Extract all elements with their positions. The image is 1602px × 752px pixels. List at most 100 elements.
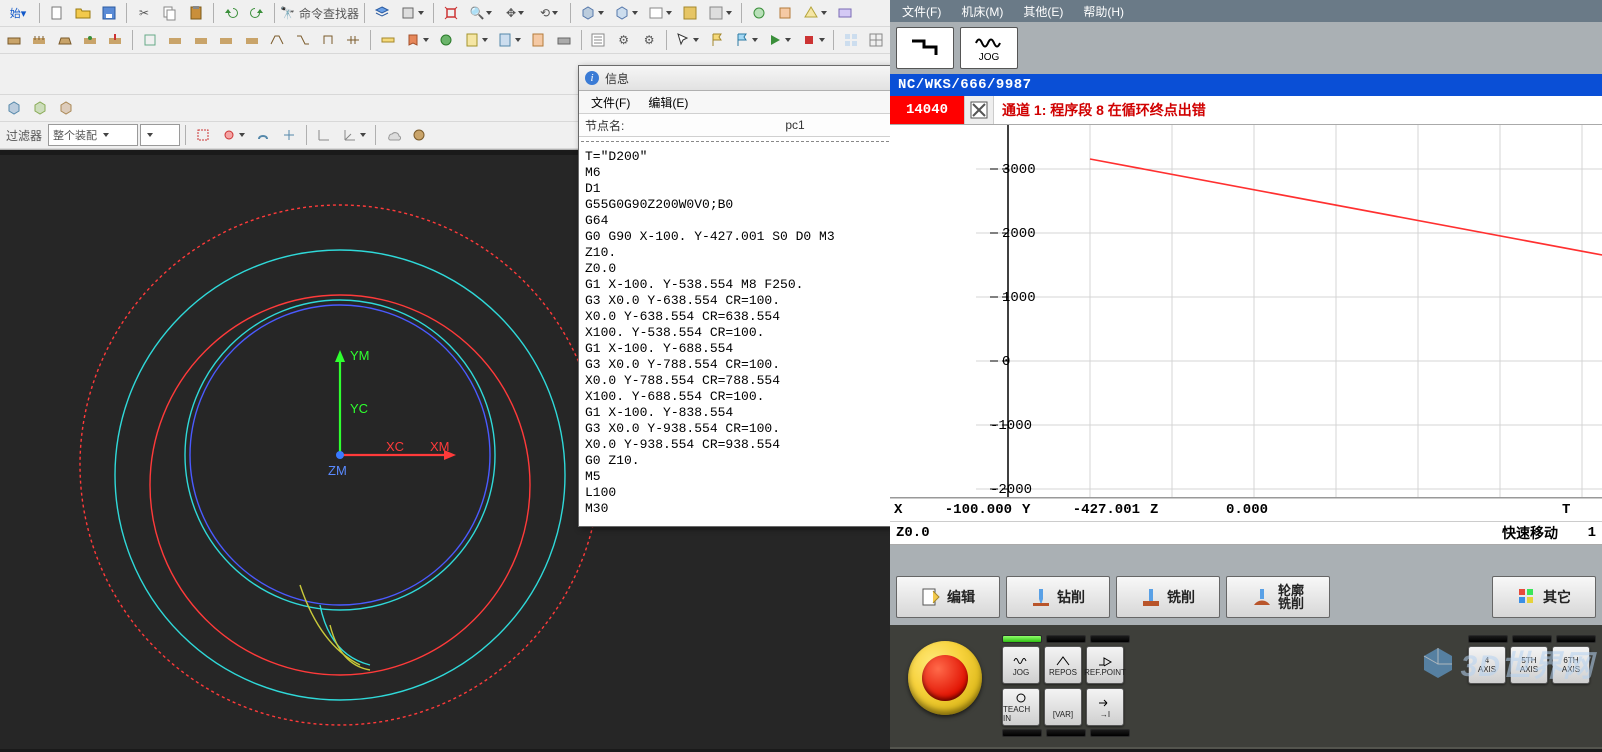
- post-icon[interactable]: [460, 28, 491, 52]
- mcp-axis4-button[interactable]: 4 AXIS: [1468, 646, 1506, 684]
- view-icon[interactable]: [644, 1, 676, 25]
- snap2-icon[interactable]: [277, 123, 301, 147]
- tool-a-icon[interactable]: [747, 1, 771, 25]
- pan-icon[interactable]: ✥: [499, 1, 531, 25]
- hmi-jog-icon[interactable]: JOG: [960, 27, 1018, 69]
- output-icon[interactable]: [493, 28, 524, 52]
- copy-icon[interactable]: [158, 1, 182, 25]
- box-icon[interactable]: [576, 1, 608, 25]
- grid2-icon[interactable]: [865, 28, 888, 52]
- info-nc-code[interactable]: T="D200" M6 D1 G55G0G90Z200W0V0;B0 G64 G…: [579, 145, 891, 526]
- start-menu[interactable]: 始▾: [2, 1, 34, 25]
- hmi-menu-machine[interactable]: 机床(M): [951, 1, 1013, 22]
- sphere-icon[interactable]: [407, 123, 431, 147]
- hmi-mode-icon[interactable]: [896, 27, 954, 69]
- softkey-drill[interactable]: 钻削: [1006, 576, 1110, 618]
- cloud-icon[interactable]: [381, 123, 405, 147]
- mcp-axis6-button[interactable]: 6TH AXIS: [1552, 646, 1590, 684]
- hmi-menu-other[interactable]: 其他(E): [1013, 1, 1073, 22]
- cam-9-icon[interactable]: [214, 28, 237, 52]
- cam-8-icon[interactable]: [189, 28, 212, 52]
- shop-icon[interactable]: [527, 28, 550, 52]
- grid1-icon[interactable]: [839, 28, 862, 52]
- display-mode-icon[interactable]: [396, 1, 428, 25]
- filter2-dropdown[interactable]: [140, 124, 180, 146]
- zoom-icon[interactable]: 🔍: [465, 1, 497, 25]
- hmi-menu-help[interactable]: 帮助(H): [1073, 1, 1134, 22]
- isoview-icon[interactable]: [2, 96, 26, 120]
- wcs-icon[interactable]: [312, 123, 336, 147]
- info-dialog[interactable]: i 信息 文件(F) 编辑(E) 节点名: pc1 T="D200" M6 D1…: [578, 65, 892, 527]
- cam-5-icon[interactable]: [104, 28, 127, 52]
- play-icon[interactable]: [764, 28, 795, 52]
- list-icon[interactable]: [586, 28, 609, 52]
- save-icon[interactable]: [97, 1, 121, 25]
- machine-icon[interactable]: [552, 28, 575, 52]
- cam-2-icon[interactable]: [27, 28, 50, 52]
- tool-c-icon[interactable]: [799, 1, 831, 25]
- cam-6-icon[interactable]: [138, 28, 161, 52]
- sel-mode-icon[interactable]: [217, 123, 249, 147]
- mcp-var-button[interactable]: [VAR]: [1044, 688, 1082, 726]
- undo-icon[interactable]: [219, 1, 243, 25]
- softkey-other[interactable]: 其它: [1492, 576, 1596, 618]
- tool-b-icon[interactable]: [773, 1, 797, 25]
- simulate-icon[interactable]: [435, 28, 458, 52]
- new-icon[interactable]: [45, 1, 69, 25]
- cursor-icon[interactable]: [672, 28, 703, 52]
- box2-icon[interactable]: [610, 1, 642, 25]
- mcp-refpoint-button[interactable]: REF.POINT: [1086, 646, 1124, 684]
- mcp-teachin-button[interactable]: TEACH IN: [1002, 688, 1040, 726]
- isoview2-icon[interactable]: [28, 96, 52, 120]
- mcp-repos-button[interactable]: REPOS: [1044, 646, 1082, 684]
- wcs2-icon[interactable]: [338, 123, 370, 147]
- cam-13-icon[interactable]: [316, 28, 339, 52]
- measure-icon[interactable]: [376, 28, 399, 52]
- flag2-icon[interactable]: [730, 28, 761, 52]
- mcp-jog-button[interactable]: JOG: [1002, 646, 1040, 684]
- assembly-dropdown[interactable]: 整个装配: [48, 124, 138, 146]
- emergency-stop-button[interactable]: [908, 641, 982, 715]
- info-menu-edit[interactable]: 编辑(E): [640, 92, 696, 113]
- rotate-icon[interactable]: ⟲: [533, 1, 565, 25]
- tool-d-icon[interactable]: [833, 1, 857, 25]
- mcp-led-refpoint: [1090, 635, 1130, 643]
- info-dialog-titlebar[interactable]: i 信息: [579, 66, 891, 91]
- flag-icon[interactable]: [705, 28, 728, 52]
- verify-icon[interactable]: [402, 28, 433, 52]
- stop-icon[interactable]: [797, 28, 828, 52]
- redo-icon[interactable]: [245, 1, 269, 25]
- paste-icon[interactable]: [184, 1, 208, 25]
- gear-icon[interactable]: ⚙: [612, 28, 635, 52]
- command-finder[interactable]: 🔭 命令查找器: [280, 5, 359, 22]
- sel-box-icon[interactable]: [191, 123, 215, 147]
- mcp-axis5-button[interactable]: 5TH AXIS: [1510, 646, 1548, 684]
- cam-14-icon[interactable]: [342, 28, 365, 52]
- hmi-menu-file[interactable]: 文件(F): [892, 1, 951, 22]
- hmi-mcp: JOG REPOS REF.POINT TEACH IN [VAR] →I: [890, 625, 1602, 747]
- open-icon[interactable]: [71, 1, 95, 25]
- fit-icon[interactable]: [439, 1, 463, 25]
- layers-icon[interactable]: [370, 1, 394, 25]
- cam-1-icon[interactable]: [2, 28, 25, 52]
- snap-icon[interactable]: [251, 123, 275, 147]
- isoview3-icon[interactable]: [54, 96, 78, 120]
- render-icon[interactable]: [704, 1, 736, 25]
- readout-x-label: X: [890, 502, 916, 518]
- cut-icon[interactable]: ✂: [132, 1, 156, 25]
- info-menu-file[interactable]: 文件(F): [583, 92, 638, 113]
- shade-icon[interactable]: [678, 1, 702, 25]
- hmi-alarm-bar[interactable]: 14040 通道 1: 程序段 8 在循环终点出错: [890, 96, 1602, 125]
- mcp-inc-button[interactable]: →I: [1086, 688, 1124, 726]
- gear2-icon[interactable]: ⚙: [637, 28, 660, 52]
- cam-7-icon[interactable]: [164, 28, 187, 52]
- cam-4-icon[interactable]: [78, 28, 101, 52]
- softkey-edit[interactable]: 编辑: [896, 576, 1000, 618]
- hmi-graph[interactable]: 3000 2000 1000 0 -1000 -2000: [890, 125, 1602, 498]
- softkey-mill[interactable]: 铣削: [1116, 576, 1220, 618]
- cam-11-icon[interactable]: [265, 28, 288, 52]
- cam-12-icon[interactable]: [291, 28, 314, 52]
- cam-10-icon[interactable]: [240, 28, 263, 52]
- cam-3-icon[interactable]: [53, 28, 76, 52]
- softkey-contour-mill[interactable]: 轮廓 铣削: [1226, 576, 1330, 618]
